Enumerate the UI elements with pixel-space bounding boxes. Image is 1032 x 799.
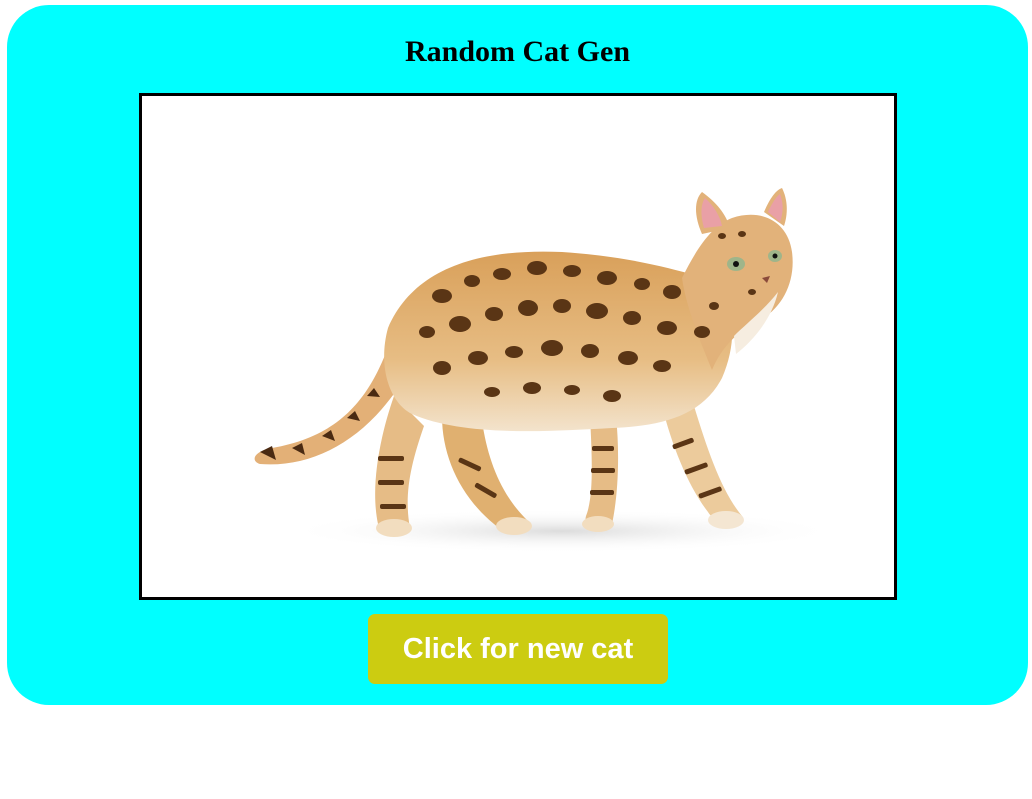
cat-photo — [254, 188, 842, 553]
new-cat-button[interactable]: Click for new cat — [368, 614, 668, 684]
page-title: Random Cat Gen — [404, 35, 630, 68]
cat-image-frame — [139, 93, 897, 600]
cat-generator-card: Random Cat Gen Click for new cat — [7, 5, 1028, 705]
